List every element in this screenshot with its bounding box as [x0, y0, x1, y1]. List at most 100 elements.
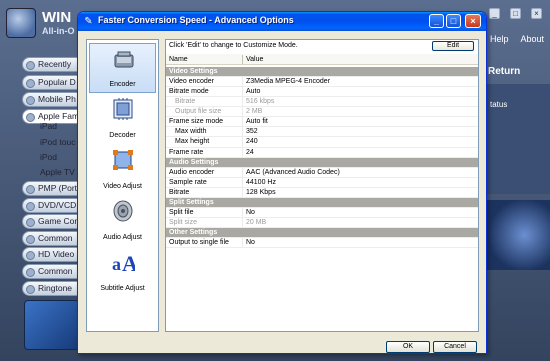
section-title: Audio Settings [169, 158, 219, 166]
app-minimize-icon[interactable]: _ [489, 8, 500, 19]
row-divider [242, 187, 243, 197]
menu-about[interactable]: About [520, 34, 544, 44]
apple-sub-appletv[interactable]: Apple TV [40, 167, 75, 177]
table-row[interactable]: Video encoder Z3Media MPEG-4 Encoder [166, 77, 478, 88]
video-adjust-icon [113, 150, 133, 170]
category-recently[interactable]: Recently [22, 57, 84, 72]
table-section-row: Video Settings [166, 67, 478, 78]
app-logo-icon [6, 8, 36, 38]
sidebar-item-decoder[interactable]: Decoder [89, 93, 156, 143]
category-hd[interactable]: HD Video [22, 247, 84, 262]
apple-sub-ipad[interactable]: iPad [40, 121, 57, 131]
settings-table: Click 'Edit' to change to Customize Mode… [165, 39, 479, 332]
table-row[interactable]: Output to single file No [166, 238, 478, 249]
category-popular[interactable]: Popular D [22, 75, 84, 90]
app-subtitle: All-in-O [42, 26, 75, 36]
row-divider [242, 117, 243, 127]
app-small-icon: ✎ [84, 16, 93, 27]
row-value: Z3Media MPEG-4 Encoder [246, 78, 331, 86]
row-value: 516 kbps [246, 98, 275, 106]
minimize-icon[interactable]: _ [429, 14, 444, 28]
row-value: 352 [246, 128, 258, 136]
category-dvd[interactable]: DVD/VCD [22, 198, 84, 213]
row-divider [242, 107, 243, 117]
category-common-2[interactable]: Common [22, 264, 84, 279]
row-divider [242, 87, 243, 97]
sidebar-label-video-adjust: Video Adjust [103, 183, 142, 190]
row-divider [242, 97, 243, 107]
table-row[interactable]: Audio encoder AAC (Advanced Audio Codec) [166, 167, 478, 178]
row-value: 20 MB [246, 218, 267, 226]
row-value: 2 MB [246, 108, 263, 116]
column-divider[interactable] [242, 55, 243, 64]
row-divider [242, 167, 243, 177]
row-name: Max height [175, 138, 210, 146]
table-row[interactable]: Bitrate 128 Kbps [166, 187, 478, 198]
section-title: Split Settings [169, 198, 214, 206]
category-ringtone[interactable]: Ringtone [22, 281, 84, 296]
promo-banner[interactable] [24, 300, 80, 350]
row-name: Frame size mode [169, 118, 224, 126]
sidebar-label-subtitle-adjust: Subtitle Adjust [100, 285, 145, 292]
maximize-icon[interactable]: □ [446, 14, 461, 28]
dialog-title: Faster Conversion Speed - Advanced Optio… [98, 15, 294, 25]
table-row[interactable]: Bitrate 516 kbps [166, 97, 478, 108]
subtitle-adjust-icon: a A [112, 251, 135, 274]
cancel-button[interactable]: Cancel [433, 341, 477, 353]
app-title: WIN [42, 9, 72, 26]
table-row[interactable]: Sample rate 44100 Hz [166, 177, 478, 188]
table-row[interactable]: Bitrate mode Auto [166, 87, 478, 98]
encoder-icon [114, 51, 134, 68]
row-value: 240 [246, 138, 258, 146]
app-close-icon[interactable]: × [531, 8, 542, 19]
sidebar-item-subtitle-adjust[interactable]: a A Subtitle Adjust [89, 246, 156, 296]
row-name: Split size [169, 218, 198, 226]
category-game[interactable]: Game Con [22, 214, 84, 229]
preview-thumbnail [486, 200, 550, 270]
edit-button[interactable]: Edit [432, 41, 474, 51]
row-name: Bitrate mode [169, 88, 209, 96]
sidebar-item-audio-adjust[interactable]: Audio Adjust [89, 195, 156, 245]
row-name: Split file [169, 208, 194, 216]
row-name: Bitrate [175, 98, 196, 106]
table-row[interactable]: Frame size mode Auto fit [166, 117, 478, 128]
category-common-1[interactable]: Common [22, 231, 84, 246]
row-divider [242, 147, 243, 157]
apple-sub-ipodtouch[interactable]: iPod touc [40, 137, 75, 147]
row-divider [242, 207, 243, 217]
sidebar-item-encoder[interactable]: Encoder [89, 43, 156, 93]
table-row[interactable]: Frame rate 24 [166, 147, 478, 158]
svg-text:A: A [122, 251, 135, 274]
app-maximize-icon[interactable]: □ [510, 8, 521, 19]
category-pmp[interactable]: PMP (Port [22, 181, 84, 196]
menu-help[interactable]: Help [490, 34, 509, 44]
category-mobile[interactable]: Mobile Ph [22, 92, 84, 107]
sidebar-label-encoder: Encoder [109, 81, 136, 88]
row-name: Audio encoder [169, 168, 215, 176]
sidebar-label-decoder: Decoder [109, 132, 136, 139]
sidebar-label-audio-adjust: Audio Adjust [103, 234, 142, 241]
apple-sub-ipod[interactable]: iPod [40, 152, 57, 162]
ok-button[interactable]: OK [386, 341, 430, 353]
table-row[interactable]: Output file size 2 MB [166, 107, 478, 118]
column-header-value[interactable]: Value [246, 56, 263, 63]
table-row[interactable]: Split size 20 MB [166, 217, 478, 228]
table-row[interactable]: Max width 352 [166, 127, 478, 138]
table-row[interactable]: Max height 240 [166, 137, 478, 148]
hint-bar: Click 'Edit' to change to Customize Mode… [166, 40, 478, 52]
row-value: Auto [246, 88, 261, 96]
close-icon[interactable]: × [465, 14, 481, 28]
hint-text: Click 'Edit' to change to Customize Mode… [169, 42, 298, 49]
row-divider [242, 127, 243, 137]
row-divider [242, 238, 243, 248]
table-row[interactable]: Split file No [166, 207, 478, 218]
return-label[interactable]: Return [488, 66, 520, 77]
row-value: 128 Kbps [246, 188, 276, 196]
dialog-titlebar[interactable]: ✎ Faster Conversion Speed - Advanced Opt… [78, 12, 486, 31]
sidebar-item-video-adjust[interactable]: Video Adjust [89, 144, 156, 194]
table-section-row: Split Settings [166, 197, 478, 208]
row-value: 24 [246, 148, 254, 156]
column-header-name[interactable]: Name [169, 56, 188, 63]
row-value: No [246, 208, 255, 216]
row-value: 44100 Hz [246, 178, 276, 186]
